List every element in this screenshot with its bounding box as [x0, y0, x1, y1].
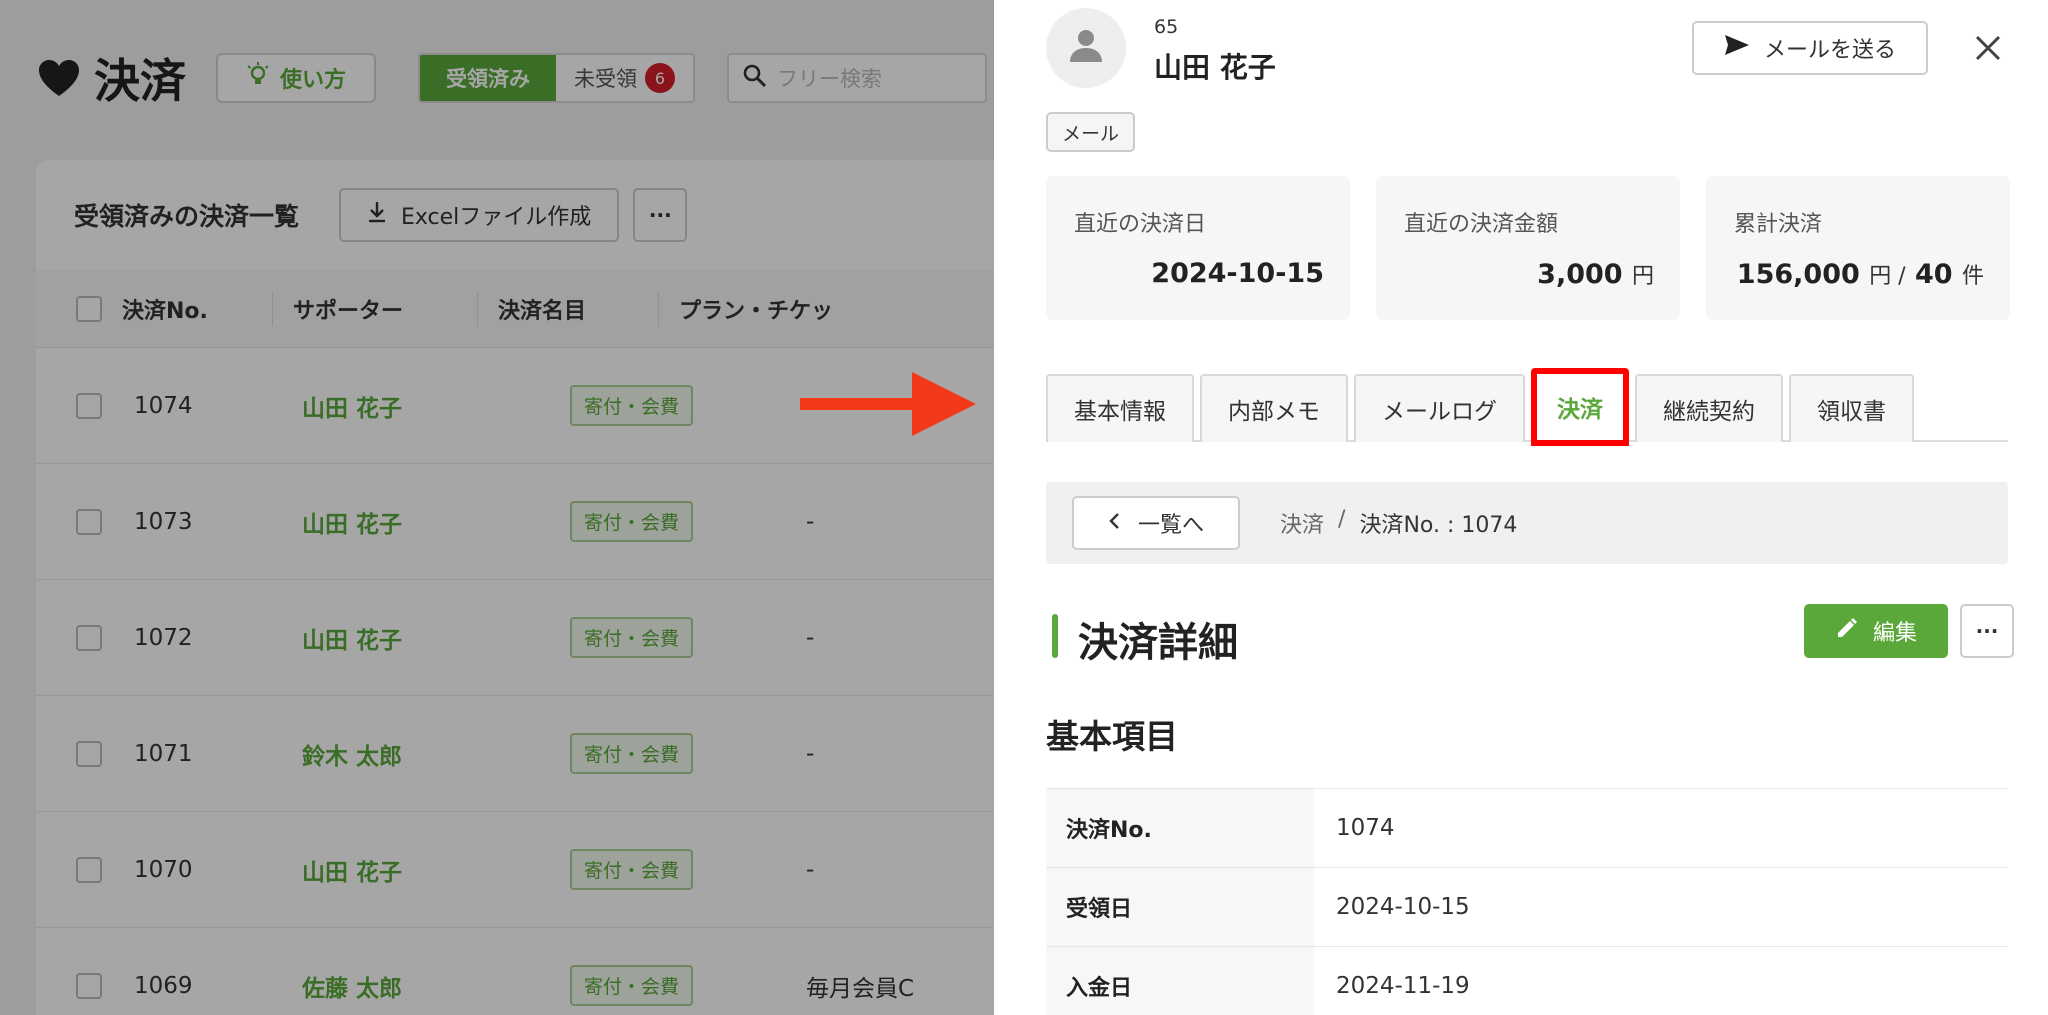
send-mail-button[interactable]: メールを送る [1692, 21, 1928, 75]
tab-payments[interactable]: 決済 [1531, 368, 1629, 446]
section-title: 決済詳細 [1078, 620, 1238, 666]
chevron-left-icon [1108, 511, 1120, 536]
detail-key: 受領日 [1046, 868, 1314, 946]
detail-row: 入金日 2024-11-19 [1046, 947, 2008, 1015]
send-icon [1724, 34, 1750, 62]
breadcrumb-separator: / [1338, 507, 1346, 532]
stat-unit: 円 / [1869, 264, 1906, 289]
back-to-list-button[interactable]: 一覧へ [1072, 496, 1240, 550]
close-icon[interactable] [1966, 26, 2010, 70]
stat-unit: 件 [1961, 264, 1984, 289]
stat-label: 直近の決済金額 [1404, 212, 1559, 237]
edit-label: 編集 [1872, 621, 1917, 646]
stat-value: 2024-10-15 [1151, 258, 1324, 289]
stat-value: 156,000 円 / 40 件 [1736, 259, 1984, 290]
supporter-detail-panel: 65 山田 花子 メールを送る メール 直近の決済日 2024-10-15 直近… [994, 0, 2048, 1015]
detail-more-button[interactable]: ··· [1960, 604, 2014, 658]
breadcrumb-parent[interactable]: 決済 [1280, 507, 1324, 539]
detail-key: 決済No. [1046, 789, 1314, 867]
detail-value: 1074 [1336, 815, 1395, 841]
tab-mail-log[interactable]: メールログ [1354, 374, 1525, 442]
stat-label: 累計決済 [1734, 212, 1823, 237]
stat-card: 直近の決済金額 3,000 円 [1376, 176, 1680, 320]
stat-label: 直近の決済日 [1074, 212, 1207, 237]
stat-card: 累計決済 156,000 円 / 40 件 [1706, 176, 2010, 320]
person-icon [1066, 26, 1106, 70]
subsection-title: 基本項目 [1046, 717, 1178, 756]
edit-button[interactable]: 編集 [1804, 604, 1948, 658]
detail-key: 入金日 [1046, 947, 1314, 1015]
breadcrumb: 決済 / 決済No. : 1074 [1280, 507, 1517, 539]
tab-receipts[interactable]: 領収書 [1789, 374, 1914, 442]
pencil-icon [1835, 616, 1859, 646]
back-label: 一覧へ [1137, 513, 1204, 538]
supporter-name: 山田 花子 [1154, 51, 1276, 84]
annotation-arrow [800, 372, 976, 436]
breadcrumb-current: 決済No. : 1074 [1359, 513, 1518, 538]
detail-row: 決済No. 1074 [1046, 789, 2008, 868]
summary-stats: 直近の決済日 2024-10-15 直近の決済金額 3,000 円 累計決済 1… [1046, 176, 2010, 320]
supporter-id: 65 [1154, 16, 1179, 38]
section-accent-bar [1052, 614, 1058, 658]
detail-value: 2024-11-19 [1336, 973, 1470, 999]
detail-row: 受領日 2024-10-15 [1046, 868, 2008, 947]
breadcrumb-bar: 一覧へ 決済 / 決済No. : 1074 [1046, 482, 2008, 564]
detail-tabs: 基本情報 内部メモ メールログ 決済 継続契約 領収書 [1046, 368, 2008, 446]
detail-value: 2024-10-15 [1336, 894, 1470, 920]
stat-unit: 円 [1631, 264, 1654, 289]
tab-internal-memo[interactable]: 内部メモ [1200, 374, 1348, 442]
send-mail-label: メールを送る [1763, 38, 1896, 63]
stat-value: 3,000 円 [1537, 259, 1654, 290]
stat-card: 直近の決済日 2024-10-15 [1046, 176, 1350, 320]
tab-recurring-contracts[interactable]: 継続契約 [1635, 374, 1783, 442]
avatar [1046, 8, 1126, 88]
contact-method-chip: メール [1046, 112, 1136, 152]
detail-table: 決済No. 1074 受領日 2024-10-15 入金日 2024-11-19 [1046, 788, 2008, 1015]
tab-basic-info[interactable]: 基本情報 [1046, 374, 1194, 442]
